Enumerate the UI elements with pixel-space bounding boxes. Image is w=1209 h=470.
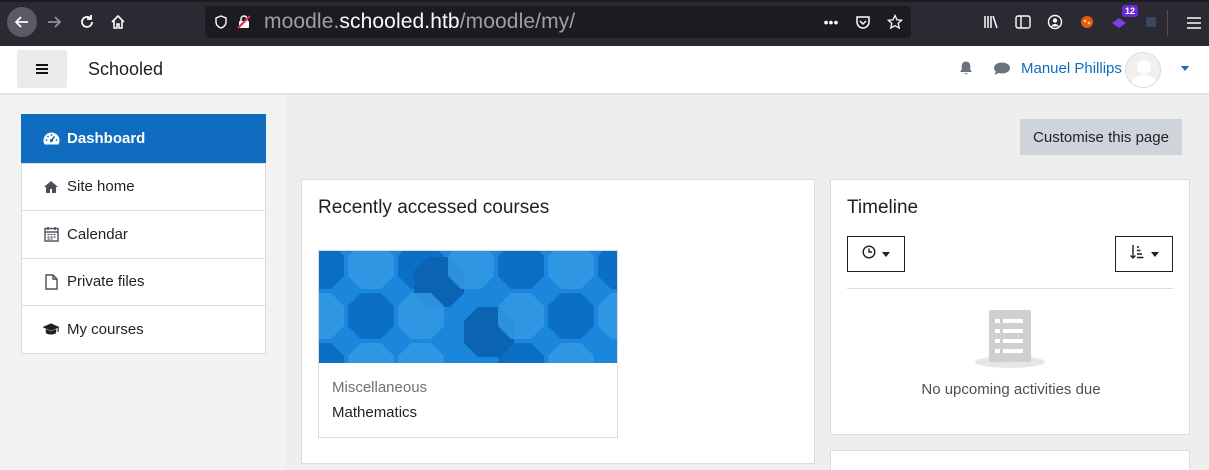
menu-icon[interactable] [1183, 12, 1205, 34]
course-category: Miscellaneous [332, 379, 428, 396]
main-region: Customise this page Recently accessed co… [286, 95, 1209, 470]
clock-icon [862, 244, 876, 264]
bell-icon[interactable] [958, 60, 974, 76]
timeline-title: Timeline [847, 197, 919, 218]
nav-item-label: Site home [67, 178, 135, 196]
library-icon[interactable] [980, 11, 1002, 33]
nav-item-my-courses[interactable]: My courses [22, 305, 265, 353]
empty-list-icon [973, 308, 1047, 370]
browser-toolbar: moodle.schooled.htb/moodle/my/ ••• 12 [0, 0, 1209, 46]
graduation-cap-icon [42, 321, 60, 337]
nav-item-calendar[interactable]: Calendar [22, 210, 265, 258]
nav-item-label: Calendar [67, 225, 128, 243]
drawer-toggle-button[interactable] [17, 50, 67, 88]
avatar[interactable] [1125, 52, 1161, 88]
insecure-lock-icon[interactable] [236, 14, 252, 30]
nav-drawer: Dashboard Site home Calendar Private fil… [0, 95, 286, 470]
sidebar-icon[interactable] [1012, 11, 1034, 33]
file-icon [42, 274, 60, 290]
nav-item-site-home[interactable]: Site home [22, 162, 265, 211]
nav-item-dashboard[interactable]: Dashboard [21, 114, 266, 163]
timeline-empty-text: No upcoming activities due [921, 381, 1101, 398]
site-navbar: Schooled Manuel Phillips [0, 46, 1209, 94]
timeline-filter-button[interactable] [847, 236, 905, 272]
extension-icon[interactable] [1140, 11, 1162, 33]
course-name[interactable]: Mathematics [332, 404, 417, 421]
url-prefix: moodle. [264, 10, 340, 33]
extension-icon[interactable] [1076, 11, 1098, 33]
home-icon[interactable] [104, 8, 132, 36]
site-name[interactable]: Schooled [88, 59, 163, 80]
course-card[interactable]: Miscellaneous Mathematics [318, 250, 618, 438]
home-icon [42, 179, 60, 195]
nav-item-label: Private files [67, 273, 145, 291]
nav-item-label: Dashboard [67, 129, 146, 147]
url-path: /moodle/my/ [459, 10, 576, 33]
url-bar[interactable]: moodle.schooled.htb/moodle/my/ ••• [205, 6, 911, 38]
chevron-down-icon[interactable] [1181, 66, 1189, 71]
reload-icon[interactable] [73, 8, 101, 36]
url-text: moodle.schooled.htb/moodle/my/ [264, 10, 575, 34]
chevron-down-icon [1151, 251, 1159, 257]
customise-page-button[interactable]: Customise this page [1020, 119, 1182, 155]
chat-icon[interactable] [993, 61, 1011, 77]
nav-item-label: My courses [67, 320, 144, 338]
recent-courses-title: Recently accessed courses [318, 197, 550, 218]
url-host: schooled.htb [339, 10, 460, 33]
shield-icon[interactable] [213, 14, 229, 30]
timeline-block: Timeline No upcoming activities due [830, 179, 1190, 435]
chevron-down-icon [882, 251, 890, 257]
extension-icon[interactable]: 12 [1108, 5, 1138, 33]
user-name[interactable]: Manuel Phillips [1021, 60, 1122, 77]
recent-courses-block: Recently accessed courses Miscellaneous … [301, 179, 815, 464]
hamburger-icon [36, 68, 48, 70]
back-icon[interactable] [7, 7, 37, 37]
timeline-sort-button[interactable] [1115, 236, 1173, 272]
extension-badge: 12 [1121, 5, 1138, 17]
course-image[interactable] [319, 251, 617, 363]
timeline-divider [847, 288, 1173, 289]
bookmark-star-icon[interactable] [885, 12, 905, 32]
account-icon[interactable] [1044, 11, 1066, 33]
next-block [830, 450, 1190, 470]
sort-icon [1129, 244, 1145, 265]
dashboard-icon [42, 130, 60, 146]
nav-drawer-list: Dashboard Site home Calendar Private fil… [21, 114, 266, 354]
calendar-icon [42, 226, 60, 242]
more-icon[interactable]: ••• [821, 12, 841, 32]
forward-icon[interactable] [40, 8, 68, 36]
pocket-icon[interactable] [853, 12, 873, 32]
nav-item-private-files[interactable]: Private files [22, 257, 265, 306]
toolbar-separator [1167, 10, 1168, 36]
